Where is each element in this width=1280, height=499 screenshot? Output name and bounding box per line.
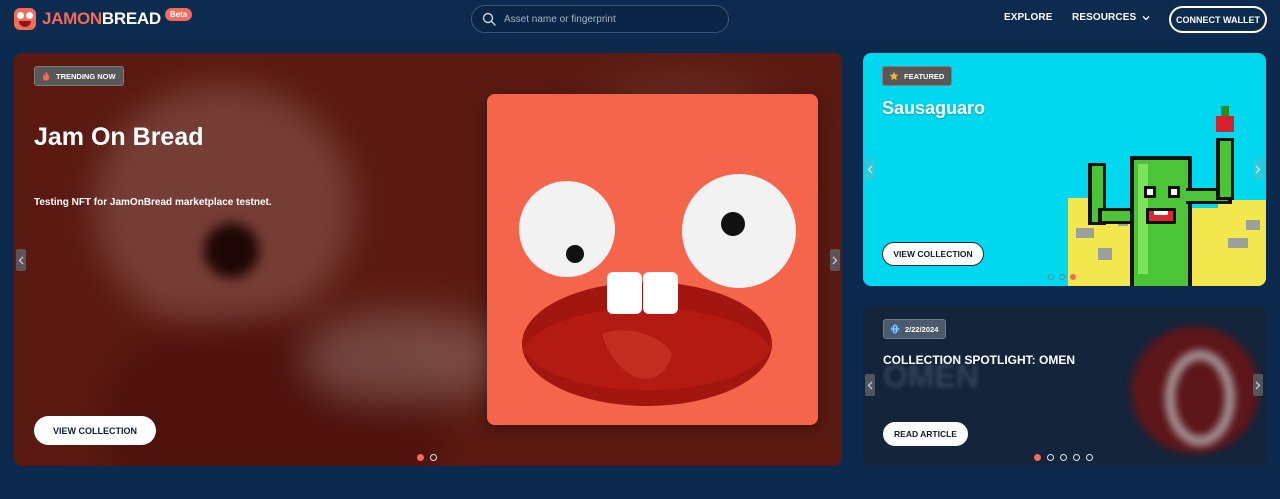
- omen-logo-blurred: [1131, 326, 1259, 454]
- hero-dot-1[interactable]: [417, 454, 424, 461]
- hero-next-button[interactable]: [830, 249, 840, 271]
- featured-badge-label: FEATURED: [904, 71, 945, 81]
- article-next-button[interactable]: [1253, 374, 1263, 396]
- chevron-down-icon: [1142, 15, 1150, 20]
- featured-view-collection-button[interactable]: VIEW COLLECTION: [882, 242, 984, 266]
- featured-badge: FEATURED: [882, 66, 953, 86]
- hero-title: Jam On Bread: [34, 123, 204, 151]
- nav-explore[interactable]: EXPLORE: [1004, 12, 1053, 23]
- article-dot-2[interactable]: [1047, 454, 1054, 461]
- featured-prev-button[interactable]: [865, 158, 875, 180]
- globe-icon: [890, 324, 900, 334]
- search-bar[interactable]: [471, 5, 729, 33]
- hero-nft-artwork[interactable]: [487, 94, 818, 425]
- logo-wordmark: JAMONBREAD: [42, 9, 161, 29]
- nav-resources-label: RESOURCES: [1072, 12, 1137, 23]
- featured-dot-3[interactable]: [1070, 274, 1076, 280]
- chevron-left-icon: [867, 381, 873, 389]
- star-icon: [889, 71, 899, 81]
- hero-dot-2[interactable]: [430, 454, 437, 461]
- logo-mascot-icon: [14, 8, 36, 30]
- featured-dot-1[interactable]: [1048, 274, 1054, 280]
- featured-pagination: [1048, 274, 1076, 280]
- logo[interactable]: JAMONBREAD Beta: [14, 6, 193, 32]
- article-title: COLLECTION SPOTLIGHT: OMEN: [883, 353, 1075, 367]
- jam-monster-image: [487, 94, 818, 425]
- article-dot-5[interactable]: [1086, 454, 1093, 461]
- article-dot-3[interactable]: [1060, 454, 1067, 461]
- trending-badge: TRENDING NOW: [34, 66, 124, 86]
- top-header: JAMONBREAD Beta EXPLORE RESOURCES CONNEC…: [0, 0, 1280, 38]
- article-carousel: OMEN 2/22/2024 COLLECTION SPOTLIGHT: OME…: [863, 306, 1266, 465]
- chevron-right-icon: [1255, 165, 1261, 173]
- featured-title: Sausaguaro: [882, 98, 986, 118]
- connect-wallet-button[interactable]: CONNECT WALLET: [1169, 6, 1267, 33]
- fire-icon: [42, 71, 50, 81]
- featured-next-button[interactable]: [1253, 158, 1263, 180]
- featured-dot-2[interactable]: [1059, 274, 1065, 280]
- hero-description: Testing NFT for JamOnBread marketplace t…: [34, 197, 272, 208]
- article-date-label: 2/22/2024: [905, 324, 939, 334]
- hero-carousel: TRENDING NOW Jam On Bread Testing NFT fo…: [14, 53, 842, 466]
- search-icon: [482, 12, 496, 26]
- article-prev-button[interactable]: [865, 374, 875, 396]
- featured-carousel: FEATURED Sausaguaro VIEW COLLECTION: [863, 53, 1266, 286]
- hero-pagination: [417, 454, 437, 461]
- beta-badge: Beta: [164, 7, 193, 21]
- hero-view-collection-button[interactable]: VIEW COLLECTION: [34, 416, 156, 445]
- chevron-left-icon: [18, 256, 24, 264]
- article-dot-1[interactable]: [1034, 454, 1041, 461]
- read-article-button[interactable]: READ ARTICLE: [883, 422, 968, 446]
- article-date-badge: 2/22/2024: [883, 319, 947, 339]
- sausaguaro-pixel-art: [1068, 106, 1266, 286]
- article-dot-4[interactable]: [1073, 454, 1080, 461]
- logo-wordmark-bread: BREAD: [101, 9, 161, 28]
- logo-wordmark-jam: JAMON: [42, 9, 102, 28]
- chevron-right-icon: [1255, 381, 1261, 389]
- trending-badge-label: TRENDING NOW: [56, 71, 116, 81]
- article-pagination: [1034, 454, 1093, 461]
- chevron-left-icon: [867, 165, 873, 173]
- nav-resources[interactable]: RESOURCES: [1072, 12, 1150, 23]
- chevron-right-icon: [832, 256, 838, 264]
- hero-prev-button[interactable]: [16, 249, 26, 271]
- search-input[interactable]: [504, 13, 714, 25]
